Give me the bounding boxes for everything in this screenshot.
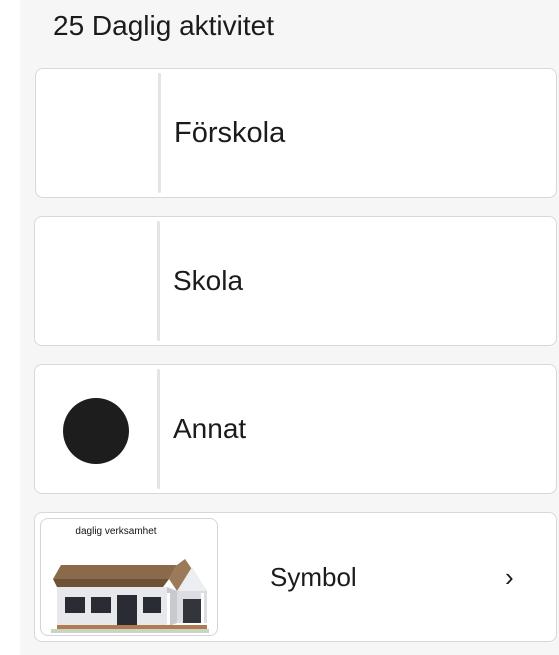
option-label: Förskola <box>174 117 286 149</box>
left-margin <box>0 0 20 655</box>
card-divider <box>158 73 161 193</box>
option-card-annat[interactable]: Annat <box>34 364 557 494</box>
symbol-thumbnail[interactable]: daglig verksamhet <box>40 518 218 636</box>
black-circle-icon <box>63 398 129 464</box>
option-card-forskola[interactable]: Förskola <box>35 68 557 198</box>
option-label: Skola <box>173 265 244 296</box>
symbol-caption: daglig verksamhet <box>75 526 157 537</box>
house-icon <box>51 559 209 633</box>
option-label: Annat <box>173 413 247 444</box>
option-card-skola[interactable]: Skola <box>34 216 557 346</box>
option-symbol-slot <box>36 69 156 197</box>
option-symbol-slot <box>35 365 155 493</box>
symbol-label: Symbol <box>270 562 357 592</box>
page-title: 25 Daglig aktivitet <box>53 10 275 41</box>
option-symbol-slot <box>35 217 155 345</box>
chevron-right-icon[interactable]: › <box>505 513 514 641</box>
card-divider <box>157 221 160 341</box>
symbol-picker-card[interactable]: daglig verksamhet Symbol › <box>34 512 557 642</box>
card-divider <box>157 369 160 489</box>
